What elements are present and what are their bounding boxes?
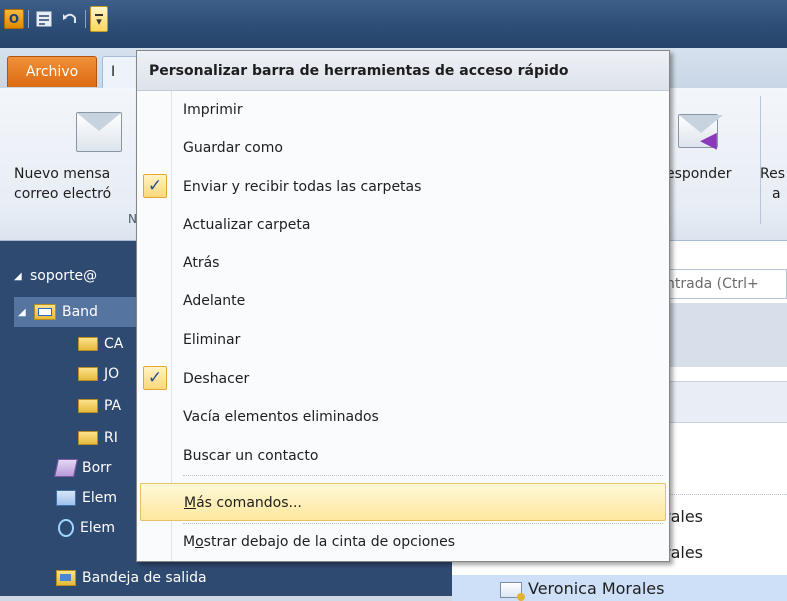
- menu-item-label: strar debajo de la cinta de opciones: [203, 534, 456, 550]
- menu-item-more-commands[interactable]: Más comandos...: [140, 483, 666, 521]
- menu-item-send-receive[interactable]: ✓ Enviar y recibir todas las carpetas: [137, 168, 669, 206]
- expand-triangle-icon: ◢: [14, 270, 22, 282]
- menu-item-label: ás comandos...: [196, 495, 302, 511]
- nav-inbox-label: Band: [62, 304, 98, 320]
- new-mail-icon: [76, 112, 122, 152]
- folder-icon: [78, 431, 98, 445]
- menu-item-label: Deshacer: [183, 371, 250, 387]
- chevron-down-icon: ▾: [96, 14, 102, 28]
- menu-separator: [183, 475, 663, 476]
- menu-item-back[interactable]: Atrás: [137, 244, 669, 282]
- mail-item-sender: Veronica Morales: [528, 579, 665, 598]
- nav-sent-label: Elem: [82, 490, 117, 506]
- nav-subfolder-label: CA: [104, 336, 124, 352]
- menu-item-label: Atrás: [183, 255, 220, 271]
- menu-item-label: M: [183, 534, 196, 550]
- title-bar: O ▾: [0, 0, 787, 48]
- menu-item-label: Actualizar carpeta: [183, 217, 311, 233]
- nav-subfolder[interactable]: PA: [78, 391, 121, 421]
- reply-all-button-line1[interactable]: Res: [760, 164, 785, 184]
- menu-item-delete[interactable]: Eliminar: [137, 321, 669, 359]
- menu-item-empty-deleted[interactable]: Vacía elementos eliminados: [137, 398, 669, 436]
- menu-item-label: Imprimir: [183, 102, 243, 118]
- envelope-icon: [500, 581, 525, 601]
- nav-subfolder-label: PA: [104, 398, 122, 414]
- menu-item-update-folder[interactable]: Actualizar carpeta: [137, 206, 669, 244]
- ribbon-separator: [760, 96, 761, 224]
- mail-item[interactable]: Veronica Morales: [500, 579, 665, 601]
- nav-subfolder-label: RI: [104, 430, 118, 446]
- folder-icon: [78, 399, 98, 413]
- new-mail-button-line2[interactable]: correo electró: [14, 184, 111, 204]
- menu-item-label: Vacía elementos eliminados: [183, 409, 379, 425]
- new-mail-button-line1[interactable]: Nuevo mensa: [14, 164, 110, 184]
- nav-subfolder-label: JO: [104, 366, 120, 382]
- qat-separator: [28, 10, 29, 28]
- nav-inbox[interactable]: ◢ Band: [14, 297, 148, 327]
- qat-separator: [85, 10, 86, 28]
- menu-item-forward[interactable]: Adelante: [137, 282, 669, 320]
- inbox-folder-icon: [34, 304, 56, 320]
- send-receive-icon[interactable]: [33, 8, 55, 30]
- expand-triangle-icon: ◢: [18, 306, 26, 318]
- reply-arrow-icon: ◀: [700, 128, 717, 153]
- nav-subfolder[interactable]: CA: [78, 329, 123, 359]
- menu-item-label: Buscar un contacto: [183, 448, 319, 464]
- deleted-items-icon: [58, 519, 74, 537]
- menu-item-undo[interactable]: ✓ Deshacer: [137, 360, 669, 398]
- quick-access-toolbar: O ▾: [4, 6, 108, 32]
- menu-item-label: Eliminar: [183, 332, 241, 348]
- checkmark-icon: ✓: [143, 366, 167, 390]
- checkmark-icon: ✓: [143, 174, 167, 198]
- nav-deleted[interactable]: Elem: [58, 513, 115, 543]
- menu-item-show-below-ribbon[interactable]: Mostrar debajo de la cinta de opciones: [137, 523, 669, 561]
- nav-account-label: soporte@: [30, 268, 98, 284]
- nav-sent[interactable]: Elem: [56, 483, 117, 513]
- nav-subfolder[interactable]: RI: [78, 423, 118, 453]
- customize-qat-button[interactable]: ▾: [90, 6, 108, 32]
- outlook-app-icon[interactable]: O: [4, 9, 24, 29]
- menu-item-label: Enviar y recibir todas las carpetas: [183, 179, 422, 195]
- menu-item-label: Guardar como: [183, 140, 283, 156]
- reply-button[interactable]: esponder: [666, 164, 732, 184]
- folder-icon: [78, 367, 98, 381]
- undo-icon[interactable]: [59, 8, 81, 30]
- access-key: M: [184, 495, 197, 511]
- folder-icon: [78, 337, 98, 351]
- reply-all-button-line2[interactable]: a: [772, 184, 781, 204]
- nav-account[interactable]: ◢ soporte@: [14, 261, 97, 291]
- customize-qat-menu: Personalizar barra de herramientas de ac…: [136, 50, 670, 562]
- drafts-icon: [54, 459, 78, 477]
- nav-outbox-label: Bandeja de salida: [82, 570, 207, 586]
- menu-title: Personalizar barra de herramientas de ac…: [137, 51, 669, 91]
- menu-item-find-contact[interactable]: Buscar un contacto: [137, 437, 669, 475]
- nav-drafts[interactable]: Borr: [54, 453, 112, 483]
- tab-file[interactable]: Archivo: [7, 56, 97, 87]
- nav-subfolder[interactable]: JO: [78, 359, 119, 389]
- menu-item-label: Adelante: [183, 293, 246, 309]
- access-key: o: [195, 534, 204, 550]
- menu-item-save-as[interactable]: Guardar como: [137, 129, 669, 167]
- sent-items-icon: [56, 490, 76, 506]
- nav-drafts-label: Borr: [82, 460, 112, 476]
- nav-deleted-label: Elem: [80, 520, 115, 536]
- menu-item-print[interactable]: Imprimir: [137, 91, 669, 129]
- nav-outbox[interactable]: Bandeja de salida: [56, 563, 207, 593]
- outbox-icon: [56, 570, 76, 586]
